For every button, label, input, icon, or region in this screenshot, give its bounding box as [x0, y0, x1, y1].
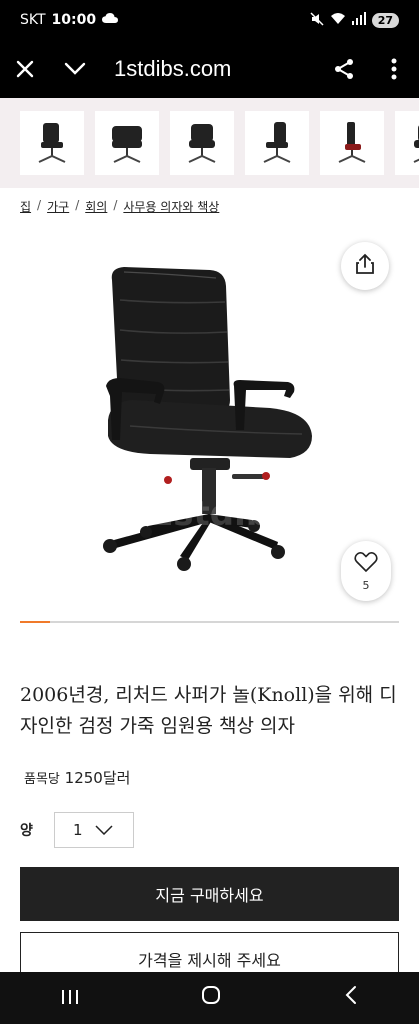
favorite-count: 5	[362, 578, 370, 592]
gallery-progress-fill	[20, 621, 51, 623]
carrier-label: SKT	[20, 12, 46, 28]
breadcrumb-separator: /	[113, 198, 118, 212]
system-navigation-bar	[0, 972, 419, 1024]
price-value: 1250달러	[64, 769, 131, 787]
buy-now-button[interactable]: 지금 구매하세요	[20, 867, 399, 921]
cloud-icon	[102, 12, 119, 28]
chevron-down-icon	[95, 821, 113, 839]
breadcrumb: 집 / 가구 / 회의 / 사무용 의자와 책상	[20, 198, 219, 215]
breadcrumb-meeting[interactable]: 회의	[85, 198, 107, 215]
gallery-progress-track	[20, 621, 399, 623]
breadcrumb-separator: /	[37, 198, 42, 212]
url-title[interactable]: 1stdibs.com	[114, 56, 319, 82]
price-prefix: 품목당	[24, 772, 60, 787]
breadcrumb-home[interactable]: 집	[20, 198, 31, 215]
breadcrumb-furniture[interactable]: 가구	[47, 198, 69, 215]
price: 품목당 1250달러	[24, 767, 130, 788]
back-icon[interactable]	[344, 985, 358, 1011]
battery-level: 27	[377, 13, 393, 27]
mute-icon	[310, 11, 324, 29]
breadcrumb-separator: /	[75, 198, 80, 212]
share-upload-icon	[355, 253, 375, 279]
image-watermark: 1stdibs	[150, 494, 291, 534]
breadcrumb-office-chairs[interactable]: 사무용 의자와 책상	[123, 198, 219, 215]
thumbnail-6[interactable]	[395, 111, 419, 175]
quantity-value: 1	[73, 821, 83, 839]
product-title: 2006년경, 리처드 사퍼가 놀(Knoll)을 위해 디자인한 검정 가죽 …	[20, 684, 397, 737]
product-image[interactable]: 1stdibs	[20, 240, 399, 610]
make-offer-label: 가격을 제시해 주세요	[138, 951, 281, 970]
buy-now-label: 지금 구매하세요	[155, 886, 264, 905]
quantity-label: 양	[20, 823, 33, 839]
thumbnail-3[interactable]	[170, 111, 234, 175]
more-menu-icon[interactable]	[369, 40, 419, 98]
status-bar: SKT 10:00 27	[0, 0, 419, 40]
chevron-down-icon[interactable]	[50, 40, 100, 98]
thumbnail-4[interactable]	[245, 111, 309, 175]
thumbnail-strip	[0, 98, 419, 188]
browser-toolbar: 1stdibs.com	[0, 40, 419, 98]
thumbnail-1[interactable]	[20, 111, 84, 175]
share-button[interactable]	[341, 242, 389, 290]
thumbnail-5[interactable]	[320, 111, 384, 175]
recent-apps-icon[interactable]	[61, 986, 79, 1011]
home-icon[interactable]	[201, 985, 221, 1011]
heart-icon	[354, 551, 378, 577]
close-icon[interactable]	[0, 40, 50, 98]
quantity-select[interactable]: 1	[54, 812, 134, 848]
battery-indicator: 27	[371, 12, 399, 28]
wifi-icon	[330, 12, 346, 28]
favorite-button[interactable]: 5	[341, 541, 391, 601]
signal-icon	[351, 12, 366, 28]
clock: 10:00	[51, 12, 97, 28]
thumbnail-2[interactable]	[95, 111, 159, 175]
share-icon[interactable]	[319, 40, 369, 98]
